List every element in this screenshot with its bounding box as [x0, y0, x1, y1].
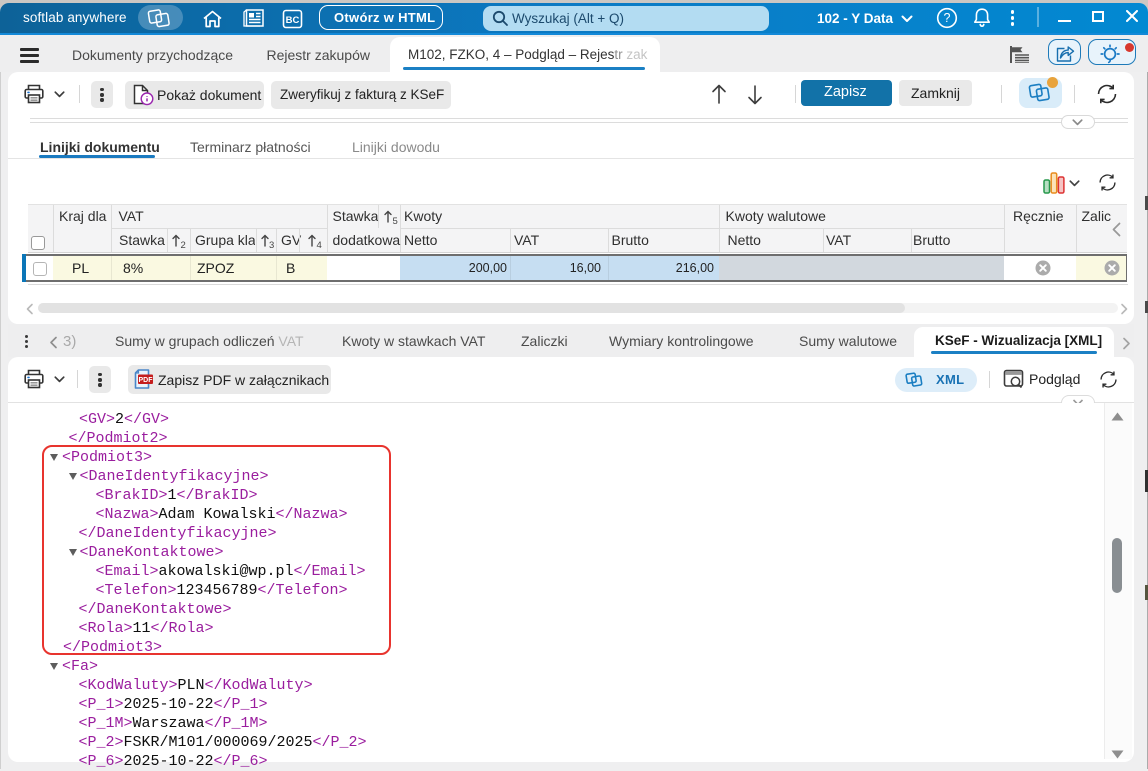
svg-text:PDF: PDF [139, 377, 154, 384]
svg-text:?: ? [944, 11, 951, 25]
svg-text:BC: BC [286, 15, 300, 26]
